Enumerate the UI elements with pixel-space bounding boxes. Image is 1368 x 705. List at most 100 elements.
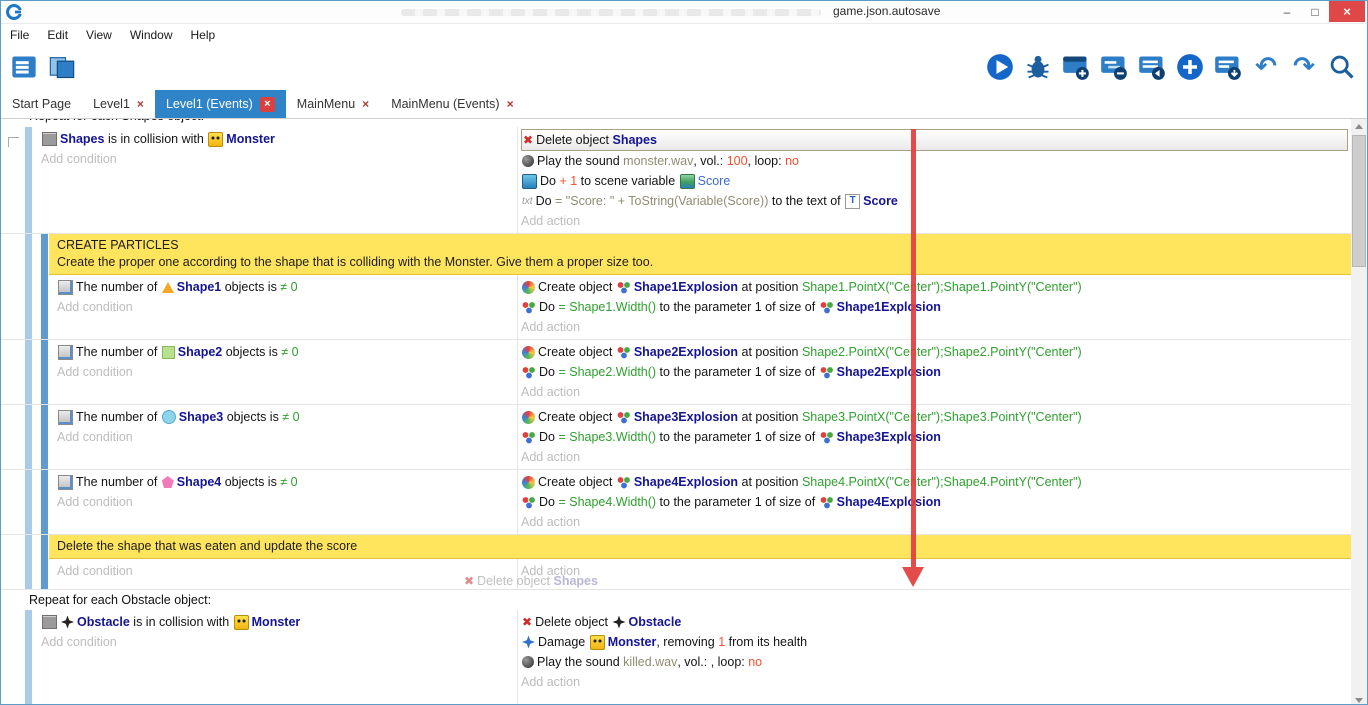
add-condition-link[interactable]: Add condition	[57, 561, 517, 581]
add-condition-link[interactable]: Add condition	[57, 362, 517, 382]
action-line[interactable]: Play the sound monster.wav, vol.: 100, l…	[521, 151, 1351, 171]
add-condition-link[interactable]: Add condition	[41, 149, 517, 169]
scroll-up-arrow[interactable]	[1351, 119, 1367, 134]
action-line[interactable]: Create object Shape4Explosion at positio…	[521, 472, 1351, 492]
action-line[interactable]: ✖Delete object Shapes	[521, 129, 1348, 151]
action-line[interactable]: Create object Shape2Explosion at positio…	[521, 342, 1351, 362]
event-row[interactable]: Shapes is in collision with MonsterAdd c…	[1, 127, 1351, 234]
text-segment: at position	[738, 475, 802, 489]
action-line[interactable]: Create object Shape1Explosion at positio…	[521, 277, 1351, 297]
conditions-column: The number of Shape3 objects is ≠ 0Add c…	[1, 405, 518, 469]
add-condition-link[interactable]: Add condition	[41, 632, 517, 652]
text-segment: Play the sound	[537, 154, 623, 168]
action-line[interactable]: Do + 1 to scene variable Score	[521, 171, 1351, 191]
close-button[interactable]: ×	[1329, 1, 1365, 22]
create-icon	[522, 411, 535, 424]
comment-row[interactable]: Delete the shape that was eaten and upda…	[1, 535, 1351, 559]
tab-level1-events[interactable]: Level1 (Events) ×	[155, 90, 286, 118]
add-condition-link[interactable]: Add condition	[57, 297, 517, 317]
add-action-link[interactable]: Add action	[521, 512, 1351, 532]
new-comment-button[interactable]	[1137, 52, 1167, 82]
add-action-link[interactable]: Add action	[521, 672, 1351, 692]
create-icon	[522, 476, 535, 489]
tab-mainmenu-events[interactable]: MainMenu (Events)×	[380, 90, 524, 118]
event-row[interactable]: Obstacle is in collision with MonsterAdd…	[1, 610, 1351, 705]
condition-line[interactable]: The number of Shape3 objects is ≠ 0	[57, 407, 517, 427]
action-line[interactable]: Do = Shape1.Width() to the parameter 1 o…	[521, 297, 1351, 317]
title-bar: game.json.autosave – □ ×	[1, 1, 1367, 24]
menu-item-help[interactable]: Help	[182, 24, 225, 46]
redo-button[interactable]: ↷	[1289, 52, 1319, 82]
menu-item-file[interactable]: File	[1, 24, 38, 46]
event-row[interactable]: The number of Shape4 objects is ≠ 0Add c…	[1, 470, 1351, 535]
tab-close-icon[interactable]: ×	[507, 97, 514, 111]
vertical-scrollbar[interactable]	[1351, 119, 1367, 705]
faded-title-text	[401, 9, 821, 16]
tab-close-icon[interactable]: ×	[362, 97, 369, 111]
add-action-link[interactable]: Add action	[521, 382, 1351, 402]
action-line[interactable]: Damage Monster, removing 1 from its heal…	[521, 632, 1351, 652]
event-row[interactable]: The number of Shape3 objects is ≠ 0Add c…	[1, 405, 1351, 470]
add-action-link[interactable]: Add action	[521, 211, 1351, 231]
add-action-link[interactable]: Add action	[521, 561, 1351, 581]
new-event-button[interactable]	[1061, 52, 1091, 82]
text-segment: The number of	[76, 410, 161, 424]
new-subevent-button[interactable]	[1099, 52, 1129, 82]
condition-line[interactable]: The number of Shape4 objects is ≠ 0	[57, 472, 517, 492]
repeat-header[interactable]: Repeat for each Obstacle object:	[1, 590, 1351, 610]
comment-row[interactable]: CREATE PARTICLESCreate the proper one ac…	[1, 234, 1351, 275]
text-segment: Score	[698, 174, 731, 188]
action-line[interactable]: txtDo = "Score: " + ToString(Variable(Sc…	[521, 191, 1351, 211]
repeat-header[interactable]: Repeat for each Shapes object:	[1, 119, 1351, 127]
add-circle-button[interactable]	[1175, 52, 1205, 82]
add-condition-link[interactable]: Add condition	[57, 427, 517, 447]
action-line[interactable]: ✖Delete object Obstacle	[521, 612, 1351, 632]
minimize-button[interactable]: –	[1273, 1, 1301, 22]
menu-item-edit[interactable]: Edit	[38, 24, 77, 46]
menu-item-window[interactable]: Window	[121, 24, 182, 46]
tab-close-icon[interactable]: ×	[260, 97, 275, 112]
debugger-button[interactable]	[1023, 52, 1053, 82]
event-row[interactable]: The number of Shape2 objects is ≠ 0Add c…	[1, 340, 1351, 405]
start-page-button[interactable]	[47, 52, 77, 82]
events-area: Repeat for each Shapes object:Shapes is …	[1, 119, 1367, 705]
text-segment: objects is	[221, 475, 280, 489]
action-line[interactable]: Play the sound killed.wav, vol.: , loop:…	[521, 652, 1351, 672]
event-store-button[interactable]	[1213, 52, 1243, 82]
tab-close-icon[interactable]: ×	[137, 97, 144, 111]
project-manager-button[interactable]	[9, 52, 39, 82]
menu-item-view[interactable]: View	[77, 24, 121, 46]
add-action-link[interactable]: Add action	[521, 447, 1351, 467]
event-row[interactable]: Add conditionAdd action	[1, 559, 1351, 590]
event-row[interactable]: The number of Shape1 objects is ≠ 0Add c…	[1, 275, 1351, 340]
tab-level1[interactable]: Level1×	[82, 90, 155, 118]
search-button[interactable]	[1327, 52, 1357, 82]
condition-line[interactable]: The number of Shape1 objects is ≠ 0	[57, 277, 517, 297]
add-action-link[interactable]: Add action	[521, 317, 1351, 337]
tab-start-page[interactable]: Start Page	[1, 90, 82, 118]
condition-line[interactable]: Obstacle is in collision with Monster	[41, 612, 517, 632]
action-line[interactable]: Create object Shape3Explosion at positio…	[521, 407, 1351, 427]
conditions-column: The number of Shape1 objects is ≠ 0Add c…	[1, 275, 518, 339]
condition-line[interactable]: The number of Shape2 objects is ≠ 0	[57, 342, 517, 362]
undo-button[interactable]: ↶	[1251, 52, 1281, 82]
action-line[interactable]: Do = Shape2.Width() to the parameter 1 o…	[521, 362, 1351, 382]
action-line[interactable]: Do = Shape4.Width() to the parameter 1 o…	[521, 492, 1351, 512]
play-button[interactable]	[985, 52, 1015, 82]
scroll-down-arrow[interactable]	[1351, 693, 1367, 705]
add-condition-link[interactable]: Add condition	[57, 492, 517, 512]
comment-line: CREATE PARTICLES	[57, 237, 1343, 254]
tab-label: Level1 (Events)	[166, 97, 253, 111]
scrollbar-thumb[interactable]	[1352, 135, 1366, 267]
action-line[interactable]: Do = Shape3.Width() to the parameter 1 o…	[521, 427, 1351, 447]
text-segment: Do	[540, 174, 559, 188]
text-segment: Shape1Explosion	[837, 300, 941, 314]
tab-mainmenu[interactable]: MainMenu×	[286, 90, 380, 118]
shape1-icon	[162, 282, 174, 293]
conditions-column: The number of Shape4 objects is ≠ 0Add c…	[1, 470, 518, 534]
text-segment: Shape1Explosion	[634, 280, 738, 294]
particle-icon	[820, 366, 834, 379]
maximize-button[interactable]: □	[1301, 1, 1329, 22]
collapse-toggle[interactable]	[8, 137, 19, 147]
condition-line[interactable]: Shapes is in collision with Monster	[41, 129, 517, 149]
